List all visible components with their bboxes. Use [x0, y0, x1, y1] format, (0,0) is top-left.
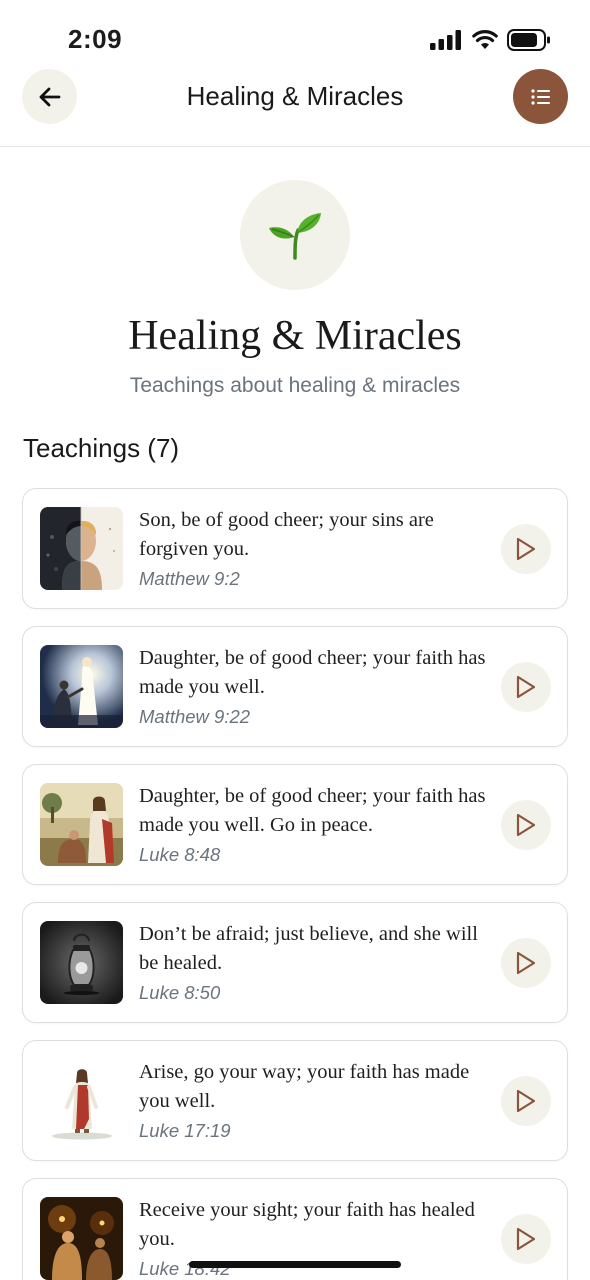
play-icon [516, 675, 536, 699]
candlelit-figures-image [40, 1197, 123, 1280]
cellular-signal-icon [430, 30, 461, 50]
teaching-card[interactable]: Don’t be afraid; just believe, and she w… [22, 902, 568, 1023]
navigation-bar: Healing & Miracles [0, 64, 590, 147]
radiant-figure-image [40, 645, 123, 728]
teaching-card[interactable]: Daughter, be of good cheer; your faith h… [22, 764, 568, 885]
category-icon-badge [240, 180, 350, 290]
teaching-reference: Luke 8:50 [139, 982, 221, 1003]
kneeling-woman-image [40, 783, 123, 866]
teaching-quote: Arise, go your way; your faith has made … [139, 1061, 470, 1112]
category-subtitle: Teachings about healing & miracles [129, 374, 461, 397]
teaching-reference: Matthew 9:2 [139, 568, 240, 589]
teaching-quote: Son, be of good cheer; your sins are for… [139, 509, 434, 560]
home-indicator[interactable] [189, 1261, 401, 1268]
play-icon [516, 813, 536, 837]
teaching-quote: Daughter, be of good cheer; your faith h… [139, 647, 486, 698]
play-button[interactable] [501, 1214, 551, 1264]
teaching-quote: Receive your sight; your faith has heale… [139, 1199, 475, 1250]
seedling-icon [269, 213, 321, 260]
teaching-card[interactable]: Daughter, be of good cheer; your faith h… [22, 626, 568, 747]
teaching-reference: Luke 8:48 [139, 844, 221, 865]
wifi-icon [472, 30, 498, 49]
play-icon [516, 951, 536, 975]
play-icon [516, 1227, 536, 1251]
split-face-image [40, 507, 123, 590]
teaching-quote: Daughter, be of good cheer; your faith h… [139, 785, 486, 836]
play-button[interactable] [501, 938, 551, 988]
teaching-card[interactable]: Son, be of good cheer; your sins are for… [22, 488, 568, 609]
play-button[interactable] [501, 1076, 551, 1126]
teaching-quote: Don’t be afraid; just believe, and she w… [139, 923, 478, 974]
section-heading: Teachings (7) [23, 433, 180, 463]
lantern-image [40, 921, 123, 1004]
play-button[interactable] [501, 662, 551, 712]
category-title: Healing & Miracles [128, 313, 462, 359]
list-menu-button[interactable] [513, 69, 568, 124]
battery-icon [507, 29, 550, 51]
play-icon [516, 537, 536, 561]
play-button[interactable] [501, 524, 551, 574]
nav-title: Healing & Miracles [186, 81, 404, 111]
play-button[interactable] [501, 800, 551, 850]
walking-figure-image [40, 1059, 123, 1142]
teaching-reference: Luke 17:19 [139, 1120, 231, 1141]
status-time: 2:09 [68, 24, 123, 54]
teaching-reference: Matthew 9:22 [139, 706, 251, 727]
play-icon [516, 1089, 536, 1113]
status-bar: 2:09 [0, 0, 590, 64]
list-icon [530, 88, 550, 105]
teaching-card[interactable]: Arise, go your way; your faith has made … [22, 1040, 568, 1161]
